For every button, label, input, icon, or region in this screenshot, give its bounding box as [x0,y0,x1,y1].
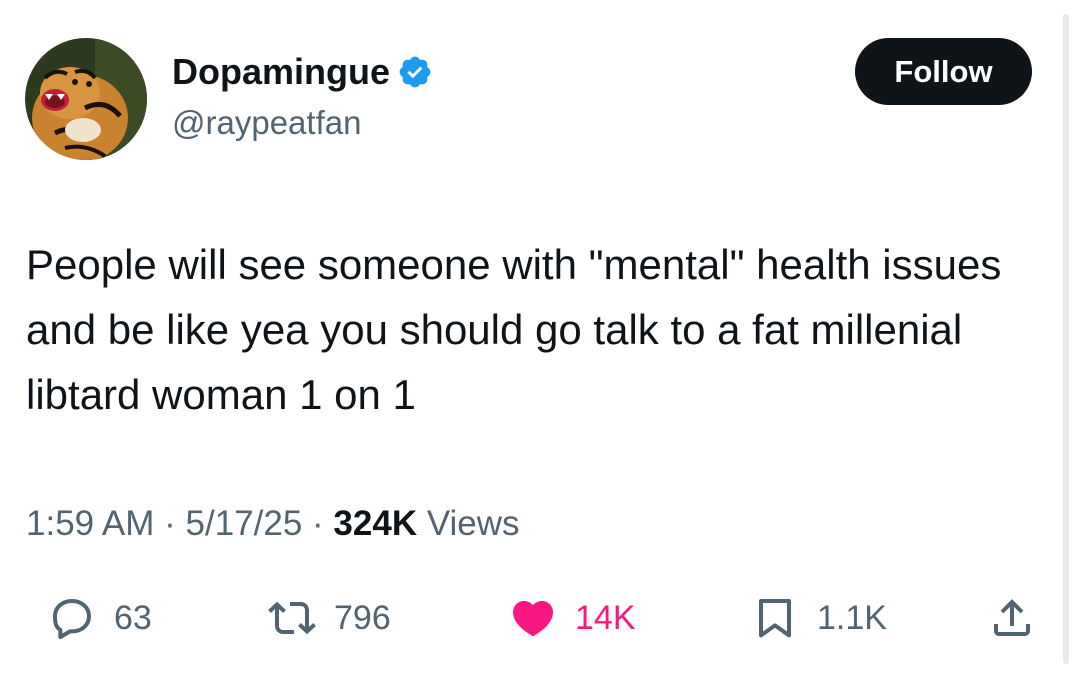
tweet-date[interactable]: 5/17/25 [186,504,303,543]
reply-button[interactable]: 63 [48,592,152,644]
reply-icon [48,594,96,642]
views-label: Views [417,504,520,543]
views-count: 324K [333,504,418,543]
avatar[interactable] [25,38,147,160]
meta-separator: · [302,504,334,543]
tiger-avatar-image [25,38,147,160]
scrollbar[interactable] [1063,14,1069,664]
share-icon [988,594,1036,642]
bookmark-icon [751,594,799,642]
bookmark-count: 1.1K [817,599,887,637]
follow-button[interactable]: Follow [855,38,1032,105]
meta-separator: · [154,504,186,543]
tweet-meta: 1:59 AM · 5/17/25 · 324K Views [26,502,520,546]
display-name[interactable]: Dopamingue [172,50,390,94]
like-count: 14K [575,599,636,637]
bookmark-button[interactable]: 1.1K [751,592,887,644]
share-button[interactable] [988,592,1036,644]
user-handle[interactable]: @raypeatfan [172,102,361,144]
like-button[interactable]: 14K [509,592,636,644]
retweet-icon [268,594,316,642]
heart-icon [509,594,557,642]
retweet-count: 796 [334,599,391,637]
tweet-time[interactable]: 1:59 AM [26,504,154,543]
display-name-row[interactable]: Dopamingue [172,50,433,94]
verified-badge-icon [397,54,433,90]
tweet-text: People will see someone with "mental" he… [26,241,1002,418]
retweet-button[interactable]: 796 [268,592,391,644]
reply-count: 63 [114,599,152,637]
